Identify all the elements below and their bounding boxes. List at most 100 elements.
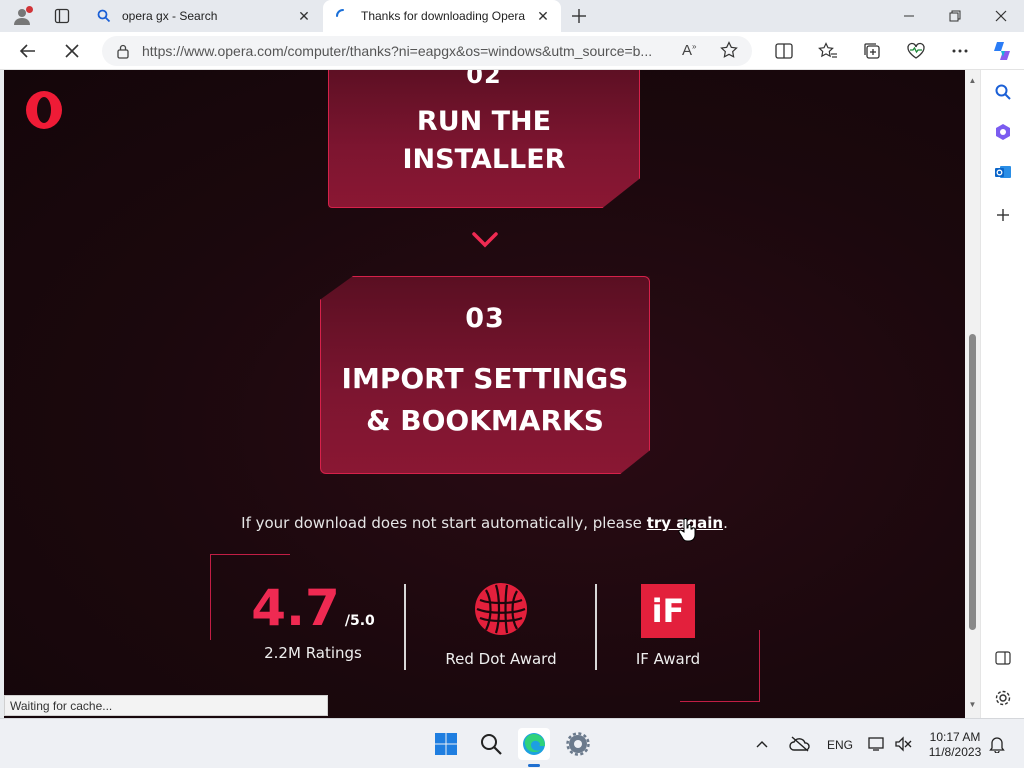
split-screen-button[interactable]: [770, 37, 798, 65]
stop-loading-button[interactable]: [58, 37, 86, 65]
tab-actions-button[interactable]: [48, 4, 76, 28]
start-button[interactable]: [430, 728, 462, 760]
if-award: iF IF Award: [626, 584, 710, 668]
download-note: If your download does not start automati…: [4, 514, 965, 532]
active-app-indicator: [528, 764, 540, 767]
taskbar-edge-button[interactable]: [518, 728, 550, 767]
download-note-text: If your download does not start automati…: [241, 514, 642, 532]
close-window-button[interactable]: [978, 0, 1024, 32]
hand-cursor-icon: [678, 518, 696, 542]
page-scrollbar[interactable]: ▲ ▼: [965, 70, 980, 718]
scroll-up-icon[interactable]: ▲: [968, 76, 977, 85]
step-heading-line1: RUN THE: [416, 106, 552, 137]
rating-value: 4.7: [251, 579, 340, 637]
taskbar-settings-button[interactable]: [562, 728, 594, 760]
tab-title: opera gx - Search: [122, 9, 218, 23]
tab-actions-icon: [54, 8, 70, 24]
minimize-button[interactable]: [886, 0, 932, 32]
profile-button[interactable]: [8, 4, 36, 28]
star-icon: [720, 41, 738, 58]
read-aloud-button[interactable]: A»: [682, 42, 696, 59]
step-import-settings-card: 03 IMPORT SETTINGS & BOOKMARKS: [320, 276, 650, 474]
close-tab-icon[interactable]: ✕: [294, 6, 314, 26]
m365-icon: [996, 124, 1010, 140]
edge-icon: [523, 733, 545, 755]
opera-logo-icon[interactable]: [24, 90, 64, 130]
clock-time: 10:17 AM: [929, 730, 981, 744]
back-button[interactable]: [14, 37, 42, 65]
favorites-button[interactable]: [814, 37, 842, 65]
windows-taskbar: ENG 10:17 AM 11/8/2023: [0, 718, 1024, 768]
step-run-installer-card: 02 RUN THE INSTALLER: [328, 70, 640, 208]
award-label: IF Award: [635, 650, 701, 668]
award-label: Red Dot Award: [445, 650, 557, 668]
red-dot-award-icon: [475, 583, 527, 635]
download-note-suffix: .: [723, 514, 728, 532]
tab-title: Thanks for downloading Opera: [361, 9, 526, 23]
loading-spinner-icon: [335, 8, 351, 24]
volume-button[interactable]: [892, 728, 914, 760]
stop-icon: [65, 44, 79, 58]
rating-stat: 4.7 /5.0 2.2M Ratings: [248, 580, 378, 662]
sidebar-hide-button[interactable]: [991, 646, 1015, 670]
edge-sidebar: [980, 70, 1024, 718]
plus-icon: [997, 209, 1009, 221]
show-hidden-icons-button[interactable]: [752, 728, 772, 760]
gear-icon: [566, 732, 590, 756]
copilot-icon: [994, 42, 1010, 60]
address-bar[interactable]: https://www.opera.com/computer/thanks?ni…: [102, 36, 752, 66]
chevron-down-icon: [472, 232, 498, 248]
heart-pulse-icon: [907, 42, 925, 59]
collections-icon: [864, 43, 880, 59]
url-text[interactable]: https://www.opera.com/computer/thanks?ni…: [142, 43, 662, 59]
sidebar-search-button[interactable]: [991, 80, 1015, 104]
taskbar-search-button[interactable]: [475, 728, 507, 760]
system-clock[interactable]: 10:17 AM 11/8/2023: [920, 730, 990, 760]
search-icon: [481, 734, 502, 755]
notifications-button[interactable]: [986, 728, 1008, 760]
more-icon: [952, 49, 968, 53]
scroll-down-icon[interactable]: ▼: [968, 700, 977, 709]
settings-more-button[interactable]: [946, 37, 974, 65]
tab-search[interactable]: opera gx - Search ✕: [84, 0, 322, 32]
sidebar-settings-button[interactable]: [991, 686, 1015, 710]
browser-essentials-button[interactable]: [902, 37, 930, 65]
split-screen-icon: [775, 43, 793, 59]
divider: [404, 584, 406, 670]
windows-logo-icon: [435, 733, 457, 755]
search-icon: [96, 8, 112, 24]
sidebar-outlook-button[interactable]: [991, 160, 1015, 184]
favorite-star-button[interactable]: [720, 41, 738, 64]
back-arrow-icon: [19, 44, 35, 58]
scrollbar-thumb[interactable]: [969, 334, 976, 630]
clock-date: 11/8/2023: [928, 745, 982, 759]
restore-icon: [949, 10, 961, 22]
browser-toolbar: https://www.opera.com/computer/thanks?ni…: [0, 32, 1024, 70]
language-indicator[interactable]: ENG: [827, 738, 853, 752]
gear-icon: [995, 690, 1011, 706]
notification-dot: [26, 6, 33, 13]
status-bar: Waiting for cache...: [4, 695, 328, 716]
red-dot-award: Red Dot Award: [434, 582, 568, 668]
tab-strip: opera gx - Search ✕ Thanks for downloadi…: [0, 0, 1024, 32]
page-content: 02 RUN THE INSTALLER 03 IMPORT SETTINGS …: [4, 70, 965, 718]
tab-thanks[interactable]: Thanks for downloading Opera ✕: [323, 0, 561, 32]
close-tab-icon[interactable]: ✕: [533, 6, 553, 26]
outlook-icon: [995, 166, 1011, 178]
sidebar-add-button[interactable]: [991, 203, 1015, 227]
onedrive-button[interactable]: [786, 728, 814, 760]
close-icon: [995, 10, 1007, 22]
sidebar-m365-button[interactable]: [991, 120, 1015, 144]
plus-icon: [572, 9, 586, 23]
network-icon: [868, 737, 884, 751]
rating-scale: /5.0: [344, 613, 375, 629]
network-button[interactable]: [866, 728, 888, 760]
minimize-icon: [904, 15, 914, 17]
restore-button[interactable]: [932, 0, 978, 32]
step-number: 02: [466, 70, 502, 89]
copilot-button[interactable]: [988, 37, 1016, 65]
bell-icon: [989, 737, 1005, 753]
step-heading-line2: & BOOKMARKS: [366, 404, 604, 437]
collections-button[interactable]: [858, 37, 886, 65]
new-tab-button[interactable]: [566, 4, 592, 28]
